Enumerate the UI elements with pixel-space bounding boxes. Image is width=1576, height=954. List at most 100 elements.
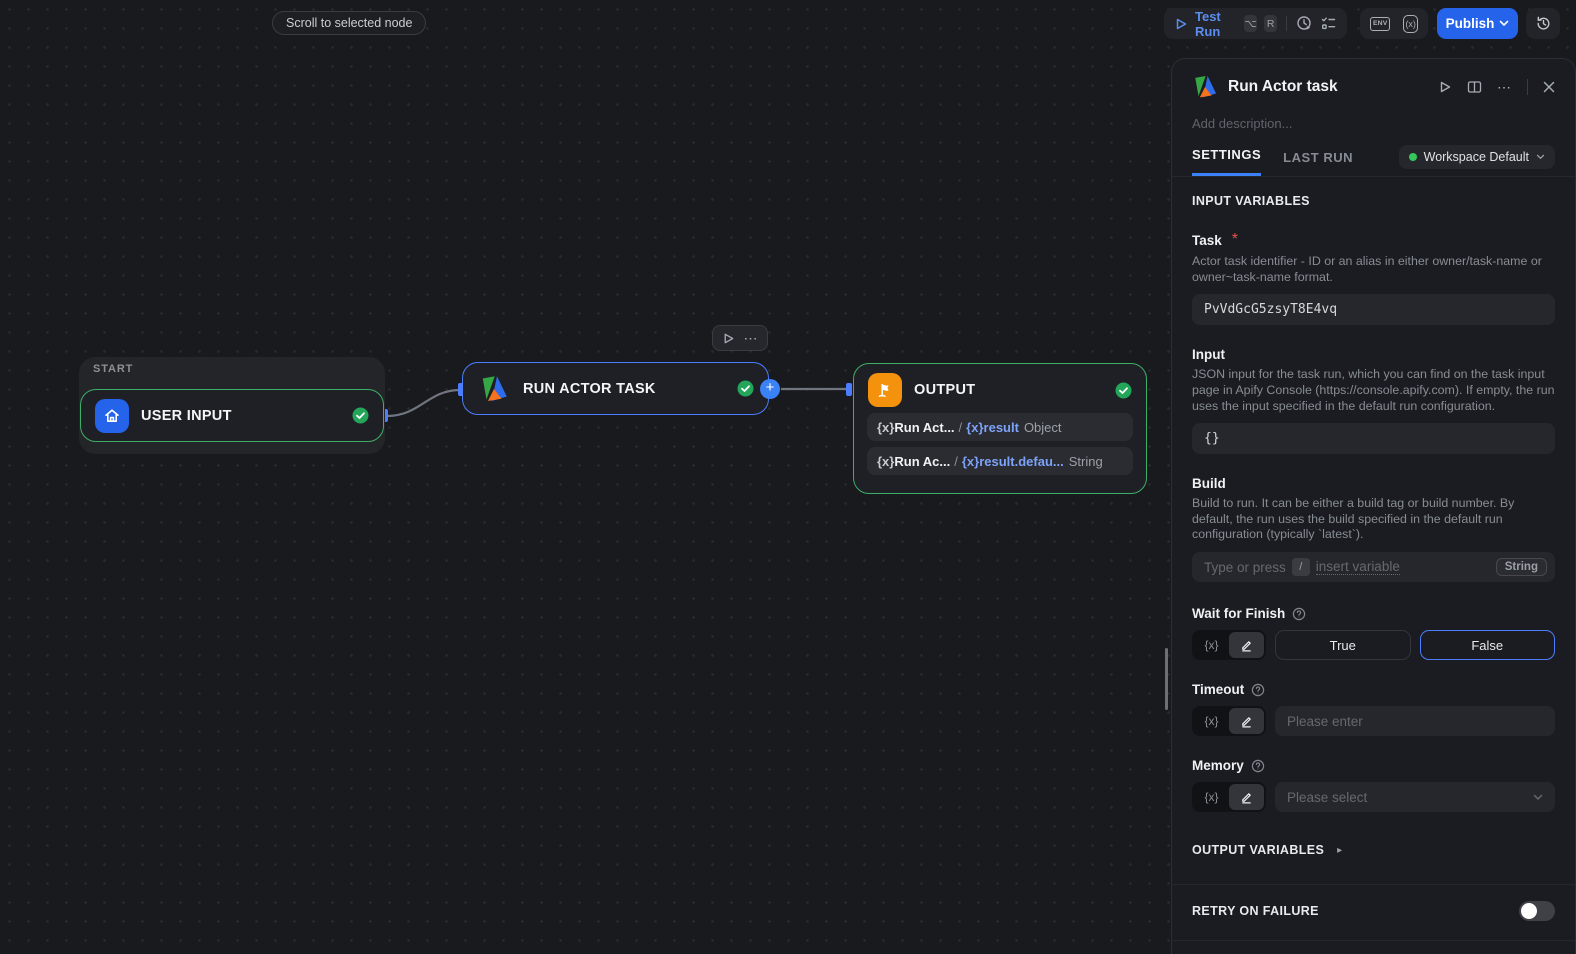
divider <box>1286 16 1287 31</box>
env-variables-icon[interactable]: ENV <box>1370 16 1391 31</box>
panel-title: Run Actor task <box>1228 78 1338 95</box>
output-variable-row[interactable]: {x} Run Act... / {x} result Object <box>867 413 1133 441</box>
divider <box>1527 79 1528 95</box>
node-run-actor-task[interactable]: RUN ACTOR TASK <box>462 362 769 415</box>
panel-resize-handle[interactable] <box>1165 648 1168 710</box>
retry-on-failure-toggle[interactable] <box>1519 901 1555 921</box>
node-user-input[interactable]: USER INPUT <box>80 389 384 442</box>
memory-select[interactable]: Please select <box>1275 782 1555 812</box>
finish-flag-icon <box>868 373 902 407</box>
docs-book-icon[interactable] <box>1467 80 1482 94</box>
output-variable-row[interactable]: {x} Run Ac... / {x} result.defau... String <box>867 447 1133 475</box>
timeout-label: Timeout <box>1192 682 1245 697</box>
node-output-title: OUTPUT <box>914 382 976 398</box>
help-icon[interactable] <box>1251 759 1265 773</box>
play-icon[interactable] <box>1174 17 1188 31</box>
run-node-icon[interactable] <box>1438 80 1452 94</box>
literal-mode-button[interactable] <box>1229 632 1264 658</box>
close-icon[interactable] <box>1543 81 1555 93</box>
insert-variable-link[interactable]: insert variable <box>1315 559 1400 575</box>
caret-right-icon: ▸ <box>1337 844 1343 856</box>
build-placeholder: Type or press <box>1204 559 1286 575</box>
task-label: Task <box>1192 232 1222 248</box>
required-mark: * <box>1231 231 1239 248</box>
help-icon[interactable] <box>1251 683 1265 697</box>
node-output[interactable]: OUTPUT {x} Run Act... / {x} result Object … <box>853 363 1147 494</box>
input-description: JSON input for the task run, which you c… <box>1192 367 1555 413</box>
checklist-icon[interactable] <box>1320 15 1337 32</box>
edge-userinput-to-runactor <box>386 388 461 418</box>
toggle-knob <box>1521 903 1537 919</box>
test-run-button[interactable]: Test Run <box>1195 9 1237 39</box>
true-button[interactable]: True <box>1275 630 1411 660</box>
json-input[interactable]: {} <box>1192 423 1555 455</box>
variable-type: Object <box>1023 419 1062 435</box>
input-variables-heading: INPUT VARIABLES <box>1192 194 1310 208</box>
node-output-header: OUTPUT <box>854 364 1146 413</box>
build-input[interactable]: Type or press / insert variable String <box>1192 552 1555 582</box>
workspace-status-dot <box>1408 153 1417 161</box>
false-button[interactable]: False <box>1419 630 1555 660</box>
variable-source: Run Act... <box>894 419 955 435</box>
variable-source: Run Ac... <box>894 453 951 469</box>
variable-mode-button[interactable]: {x} <box>1194 632 1229 658</box>
variable-icon: {x} <box>877 419 895 435</box>
env-variables-group: ENV (x) <box>1360 8 1428 39</box>
variable-type: String <box>1068 453 1103 469</box>
apify-logo-icon <box>477 372 511 406</box>
string-type-badge: String <box>1495 558 1547 576</box>
variable-icon: {x} <box>961 453 980 469</box>
scroll-to-selected-node-button[interactable]: Scroll to selected node <box>272 11 427 35</box>
node-user-input-title: USER INPUT <box>141 407 232 424</box>
task-description: Actor task identifier - ID or an alias i… <box>1192 254 1542 284</box>
version-history-button[interactable] <box>1526 8 1560 39</box>
slash-key-icon: / <box>1291 558 1310 576</box>
variable-path: result <box>983 419 1019 435</box>
publish-label: Publish <box>1445 16 1495 31</box>
run-history-icon[interactable] <box>1296 15 1313 32</box>
path-separator: / <box>958 419 963 435</box>
chevron-down-icon <box>1533 794 1543 800</box>
value-mode-toggle: {x} <box>1192 706 1266 736</box>
variable-mode-button[interactable]: {x} <box>1194 784 1229 810</box>
retry-on-failure-heading: RETRY ON FAILURE <box>1192 904 1319 918</box>
variable-icon: {x} <box>966 419 984 435</box>
shortcut-key-r: R <box>1264 15 1278 32</box>
apify-logo-icon <box>1192 74 1218 100</box>
handle-output-in <box>846 383 852 396</box>
build-description: Build to run. It can be either a build t… <box>1192 496 1515 542</box>
shortcut-key-option: ⌥ <box>1244 15 1258 32</box>
more-options-icon[interactable]: ⋯ <box>1497 80 1512 94</box>
variable-icon: {x} <box>877 453 895 469</box>
node-toolbar[interactable]: ⋯ <box>712 325 768 351</box>
variable-inspector-icon[interactable]: (x) <box>1403 14 1418 33</box>
workspace-selector[interactable]: Workspace Default <box>1398 145 1555 169</box>
history-icon <box>1535 15 1552 32</box>
start-group-label: START <box>93 363 134 375</box>
publish-button[interactable]: Publish <box>1437 8 1518 39</box>
timeout-input[interactable]: Please enter <box>1275 706 1555 736</box>
memory-select-placeholder: Please select <box>1287 789 1368 805</box>
description-input[interactable]: Add description... <box>1172 100 1575 131</box>
help-icon[interactable] <box>1292 607 1306 621</box>
success-check-icon <box>737 380 754 397</box>
workspace-label: Workspace Default <box>1423 150 1529 164</box>
test-run-group: Test Run ⌥ R <box>1164 8 1347 39</box>
more-options-icon[interactable]: ⋯ <box>744 331 759 345</box>
path-separator: / <box>954 453 958 469</box>
chevron-down-icon <box>1536 154 1545 159</box>
output-variables-section[interactable]: OUTPUT VARIABLES ▸ <box>1192 843 1555 857</box>
add-next-node-button[interactable]: + <box>760 379 780 399</box>
tab-settings[interactable]: SETTINGS <box>1192 147 1262 176</box>
run-node-icon[interactable] <box>722 332 735 345</box>
output-variables-heading: OUTPUT VARIABLES <box>1192 843 1325 857</box>
success-check-icon <box>1115 382 1132 399</box>
task-input[interactable]: PvVdGcG5zsyT8E4vq <box>1192 294 1555 326</box>
node-config-panel: Run Actor task ⋯ Add description... SETT… <box>1171 58 1576 954</box>
literal-mode-button[interactable] <box>1229 784 1264 810</box>
variable-mode-button[interactable]: {x} <box>1194 708 1229 734</box>
build-label: Build <box>1192 476 1226 492</box>
literal-mode-button[interactable] <box>1229 708 1264 734</box>
value-mode-toggle: {x} <box>1192 630 1266 660</box>
tab-last-run[interactable]: LAST RUN <box>1283 150 1353 176</box>
